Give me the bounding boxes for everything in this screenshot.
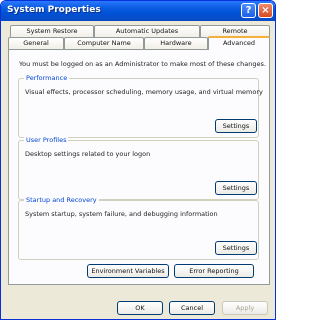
performance-settings-button[interactable]: Settings [215,119,257,133]
user-profiles-group: User Profiles Desktop settings related t… [18,136,259,200]
environment-variables-button[interactable]: Environment Variables [87,264,169,278]
user-profiles-settings-button[interactable]: Settings [215,181,257,195]
tab-advanced[interactable]: Advanced [208,36,270,50]
help-button[interactable]: ? [241,3,256,18]
apply-button[interactable]: Apply [222,301,268,315]
system-properties-window: System Properties ? × System Restore Aut… [0,0,276,320]
performance-group-title: Performance [24,74,70,82]
tab-automatic-updates[interactable]: Automatic Updates [94,25,200,37]
cancel-button[interactable]: Cancel [169,301,215,315]
performance-description: Visual effects, processor scheduling, me… [25,88,263,96]
tab-general[interactable]: General [8,37,64,49]
title-bar[interactable]: System Properties ? × [1,1,275,21]
performance-group: Performance Visual effects, processor sc… [18,74,263,138]
window-title: System Properties [7,5,101,15]
user-profiles-group-title: User Profiles [24,136,69,144]
user-profiles-description: Desktop settings related to your logon [25,150,151,158]
administrator-note: You must be logged on as an Administrato… [19,60,266,68]
close-button[interactable]: × [258,3,273,18]
advanced-tab-panel: You must be logged on as an Administrato… [8,49,270,285]
tab-hardware[interactable]: Hardware [144,37,208,49]
startup-recovery-group-title: Startup and Recovery [24,196,99,204]
startup-recovery-group: Startup and Recovery System startup, sys… [18,196,259,260]
startup-recovery-description: System startup, system failure, and debu… [25,210,218,218]
tab-system-restore[interactable]: System Restore [10,25,94,37]
tab-computer-name[interactable]: Computer Name [64,37,144,49]
ok-button[interactable]: OK [117,301,163,315]
startup-recovery-settings-button[interactable]: Settings [215,241,257,255]
error-reporting-button[interactable]: Error Reporting [174,264,254,278]
